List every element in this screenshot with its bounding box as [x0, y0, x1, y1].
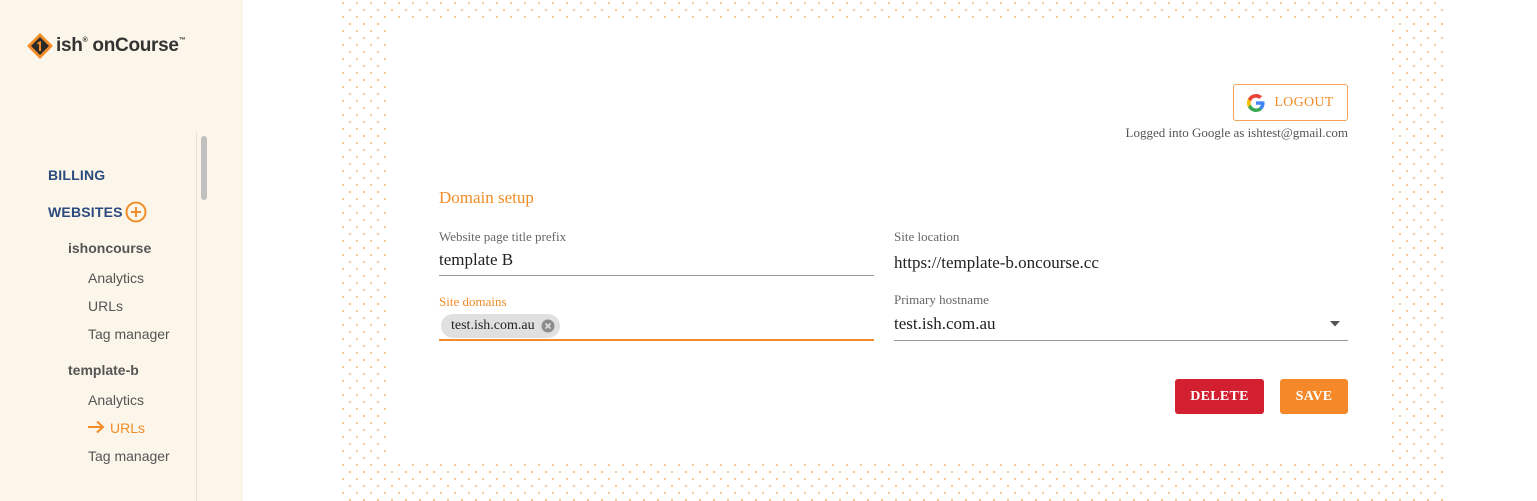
site-location-value: https://template-b.oncourse.cc — [894, 253, 1099, 272]
logo-text-ish: ish — [56, 35, 83, 56]
page-title-prefix-label: Website page title prefix — [439, 229, 567, 244]
site-name-template-b[interactable]: template-b — [68, 362, 139, 378]
nav-item-tag-manager[interactable]: Tag manager — [88, 448, 170, 464]
domain-chip: test.ish.com.au — [441, 314, 560, 338]
nav-item-urls-active[interactable]: URLs — [110, 420, 145, 436]
sidebar-scrollbar[interactable] — [196, 132, 210, 501]
site-name-ishoncourse[interactable]: ishoncourse — [68, 240, 151, 256]
site-domains-input[interactable] — [439, 339, 874, 341]
logged-in-text: Logged into Google as ishtest@gmail.com — [1125, 125, 1348, 140]
arrow-right-icon — [88, 420, 105, 434]
primary-hostname-underline — [894, 340, 1348, 341]
ish-logo-icon — [27, 33, 53, 59]
main-content: LOGOUT Logged into Google as ishtest@gma… — [243, 0, 1537, 501]
add-website-icon[interactable] — [125, 201, 147, 223]
section-title: Domain setup — [439, 188, 534, 207]
delete-button[interactable]: DELETE — [1175, 379, 1264, 414]
logo-text-oncourse: onCourse — [92, 35, 179, 56]
google-icon — [1247, 93, 1265, 112]
primary-hostname-label: Primary hostname — [894, 292, 989, 307]
page-title-prefix-underline — [439, 275, 874, 276]
logout-button[interactable]: LOGOUT — [1233, 84, 1348, 121]
scrollbar-thumb[interactable] — [201, 136, 207, 200]
nav-item-tag-manager[interactable]: Tag manager — [88, 326, 170, 342]
nav-item-urls[interactable]: URLs — [88, 298, 123, 314]
sidebar: ish® onCourse™ BILLING WEBSITES ishoncou… — [0, 0, 243, 501]
dropdown-arrow-icon[interactable] — [1329, 320, 1341, 328]
nav-item-analytics[interactable]: Analytics — [88, 270, 144, 286]
nav-item-analytics[interactable]: Analytics — [88, 392, 144, 408]
site-domains-label: Site domains — [439, 294, 507, 309]
site-location-label: Site location — [894, 229, 960, 244]
logout-label: LOGOUT — [1274, 94, 1334, 110]
nav-billing[interactable]: BILLING — [48, 167, 105, 183]
logo-text: ish® onCourse™ — [56, 35, 186, 56]
save-button[interactable]: SAVE — [1280, 379, 1348, 414]
primary-hostname-select[interactable]: test.ish.com.au — [894, 314, 996, 334]
logo[interactable]: ish® onCourse™ — [26, 30, 186, 62]
page-title-prefix-input[interactable]: template B — [439, 250, 513, 270]
domain-chip-text: test.ish.com.au — [451, 318, 535, 333]
nav-websites[interactable]: WEBSITES — [48, 204, 123, 220]
remove-chip-icon[interactable] — [541, 319, 555, 333]
